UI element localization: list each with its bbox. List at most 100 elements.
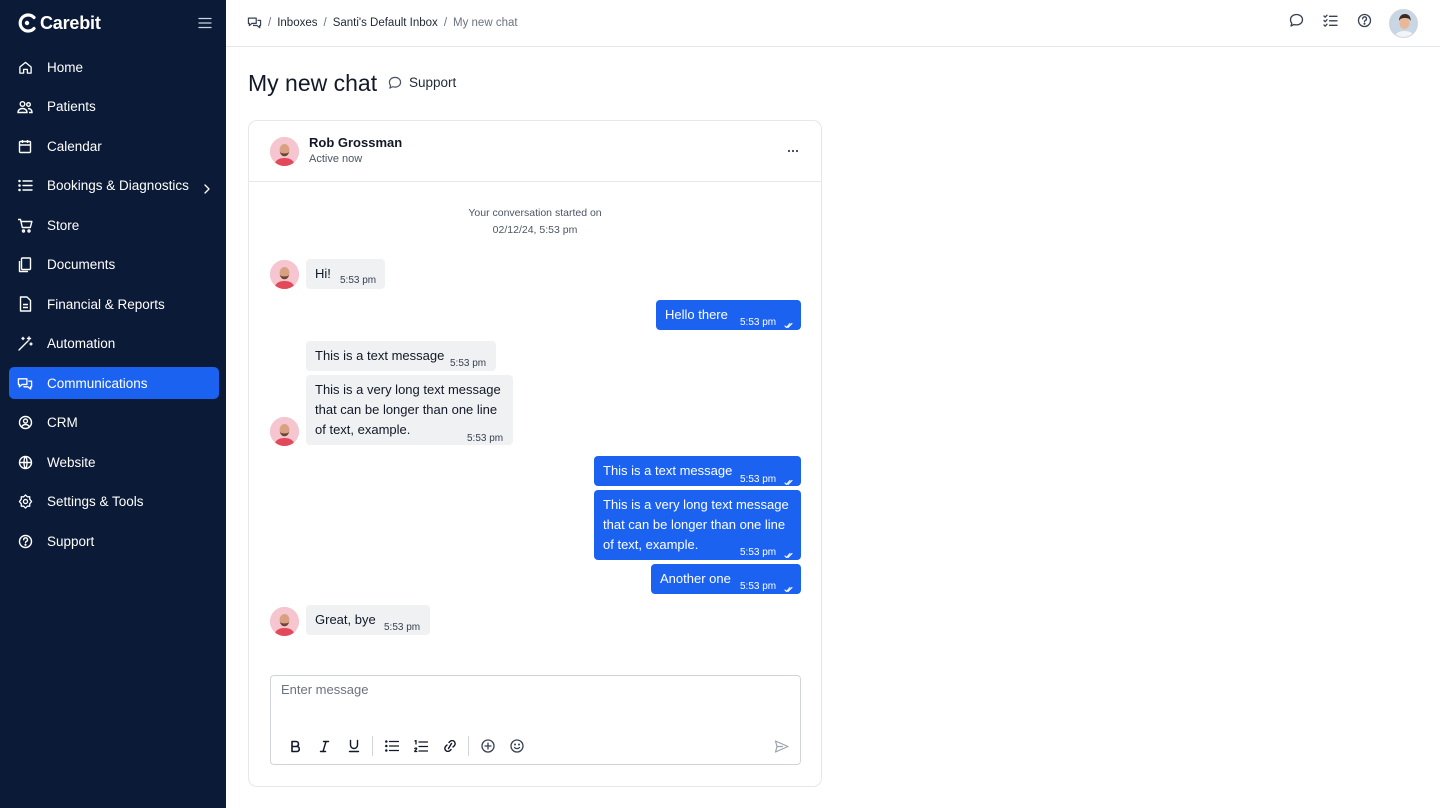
breadcrumb-current: My new chat: [453, 16, 518, 29]
sidebar-item-bookings[interactable]: Bookings & Diagnostics: [9, 170, 219, 202]
menu-toggle-icon[interactable]: [198, 16, 214, 30]
read-check-icon: [784, 579, 793, 599]
message-bubble-outgoing[interactable]: This is a very long text message that ca…: [594, 490, 801, 560]
list-icon: [17, 178, 33, 194]
send-button[interactable]: [772, 738, 790, 754]
link-icon: [442, 740, 458, 752]
gear-icon: [17, 494, 33, 510]
users-icon: [17, 99, 33, 115]
more-options-button[interactable]: [785, 145, 801, 157]
report-icon: [17, 296, 33, 312]
contact-avatar[interactable]: [270, 137, 299, 166]
sidebar-item-label: Support: [47, 533, 95, 549]
attach-button[interactable]: [473, 736, 502, 756]
numbered-list-button[interactable]: [406, 736, 435, 756]
underline-icon: [348, 739, 360, 753]
cart-icon: [17, 217, 33, 233]
sidebar-item-label: Bookings & Diagnostics: [47, 178, 189, 193]
message-bubble-incoming[interactable]: This is a very long text message that ca…: [306, 375, 513, 445]
message-bubble-incoming[interactable]: Hi! 5:53 pm: [306, 259, 385, 289]
sidebar-item-label: Documents: [47, 257, 116, 272]
message-time: 5:53 pm: [740, 581, 777, 592]
contact-avatar-image: [270, 260, 299, 289]
carebit-logo-icon: [18, 13, 36, 33]
sidebar-item-label: Home: [47, 59, 84, 75]
message-text: This is a text message: [315, 348, 445, 363]
read-check-icon: [784, 472, 793, 492]
message-bubble-outgoing[interactable]: This is a text message 5:53 pm: [594, 456, 801, 486]
home-icon: [17, 59, 33, 75]
message-avatar: [270, 607, 299, 636]
sidebar: Carebit Home Patients Calendar Bookings …: [0, 0, 226, 808]
bullet-list-button[interactable]: [377, 736, 406, 756]
sidebar-item-website[interactable]: Website: [9, 446, 219, 478]
user-avatar[interactable]: [1389, 8, 1418, 38]
formatting-toolbar: [281, 736, 531, 756]
calendar-icon: [17, 138, 33, 154]
message-bubble-outgoing[interactable]: Hello there 5:53 pm: [656, 300, 801, 330]
message-time: 5:53 pm: [740, 547, 777, 558]
message-bubble-outgoing[interactable]: Another one 5:53 pm: [651, 564, 801, 594]
insert-link-button[interactable]: [435, 736, 464, 756]
sidebar-item-communications[interactable]: Communications: [9, 367, 219, 399]
top-bar: / Inboxes / Santi's Default Inbox / My n…: [226, 0, 1440, 47]
message-time: 5:53 pm: [740, 317, 777, 328]
top-actions: [1279, 8, 1418, 38]
send-icon: [774, 739, 789, 753]
toolbar-divider: [468, 736, 469, 756]
message-text: Hello there: [665, 307, 728, 322]
breadcrumb-default-inbox[interactable]: Santi's Default Inbox: [333, 17, 438, 29]
message-bubble-incoming[interactable]: Great, bye 5:53 pm: [306, 605, 430, 635]
sidebar-item-automation[interactable]: Automation: [9, 328, 219, 360]
channel-tag-label: Support: [409, 75, 457, 90]
sidebar-item-documents[interactable]: Documents: [9, 249, 219, 281]
bullet-list-icon: [384, 740, 399, 752]
message-time: 5:53 pm: [740, 474, 777, 485]
sidebar-item-label: Communications: [47, 375, 148, 391]
sidebar-item-home[interactable]: Home: [9, 51, 219, 83]
message-bubble-incoming[interactable]: This is a text message 5:53 pm: [306, 341, 496, 371]
brand-logo[interactable]: Carebit: [16, 12, 101, 34]
plus-circle-icon: [480, 739, 495, 753]
sidebar-item-patients[interactable]: Patients: [9, 91, 219, 123]
conversation-start-label: Your conversation started on: [468, 207, 602, 219]
read-check-icon: [784, 315, 793, 335]
underline-button[interactable]: [339, 736, 368, 756]
sidebar-item-financial[interactable]: Financial & Reports: [9, 288, 219, 320]
checklist-icon: [1322, 14, 1338, 32]
wand-icon: [17, 335, 33, 352]
channel-tag[interactable]: Support: [388, 75, 456, 90]
message-time: 5:53 pm: [340, 275, 377, 286]
sidebar-item-label: CRM: [47, 415, 78, 430]
conversation-start-date: 02/12/24, 5:53 pm: [492, 224, 578, 236]
read-check-icon: [784, 545, 793, 565]
sidebar-item-calendar[interactable]: Calendar: [9, 130, 219, 162]
message-avatar: [270, 260, 299, 289]
bold-button[interactable]: [281, 736, 310, 756]
toolbar-divider: [372, 736, 373, 756]
sidebar-item-settings[interactable]: Settings & Tools: [9, 486, 219, 518]
sidebar-item-crm[interactable]: CRM: [9, 407, 219, 439]
help-button[interactable]: [1347, 8, 1381, 38]
message-text: Great, bye: [315, 612, 376, 627]
italic-button[interactable]: [310, 736, 339, 756]
breadcrumb-inboxes[interactable]: Inboxes: [277, 17, 317, 29]
help-icon: [17, 533, 33, 549]
emoji-button[interactable]: [502, 736, 531, 756]
brand-name: Carebit: [40, 12, 101, 33]
tasks-button[interactable]: [1313, 8, 1347, 38]
more-horizontal-icon: [787, 149, 799, 153]
message-time: 5:53 pm: [450, 358, 487, 369]
message-input[interactable]: [281, 682, 781, 697]
chat-bubbles-icon[interactable]: [247, 16, 262, 29]
sidebar-item-label: Automation: [47, 336, 116, 351]
sidebar-item-label: Store: [47, 217, 80, 233]
sidebar-item-support[interactable]: Support: [9, 525, 219, 557]
messages-button[interactable]: [1279, 8, 1313, 38]
breadcrumb-separator: /: [443, 16, 448, 29]
sidebar-item-store[interactable]: Store: [9, 209, 219, 241]
sidebar-item-label: Website: [47, 454, 96, 470]
chat-panel: Rob Grossman Active now Your conversatio…: [248, 120, 822, 787]
sidebar-item-label: Calendar: [47, 138, 102, 154]
contact-status: Active now: [309, 153, 363, 165]
